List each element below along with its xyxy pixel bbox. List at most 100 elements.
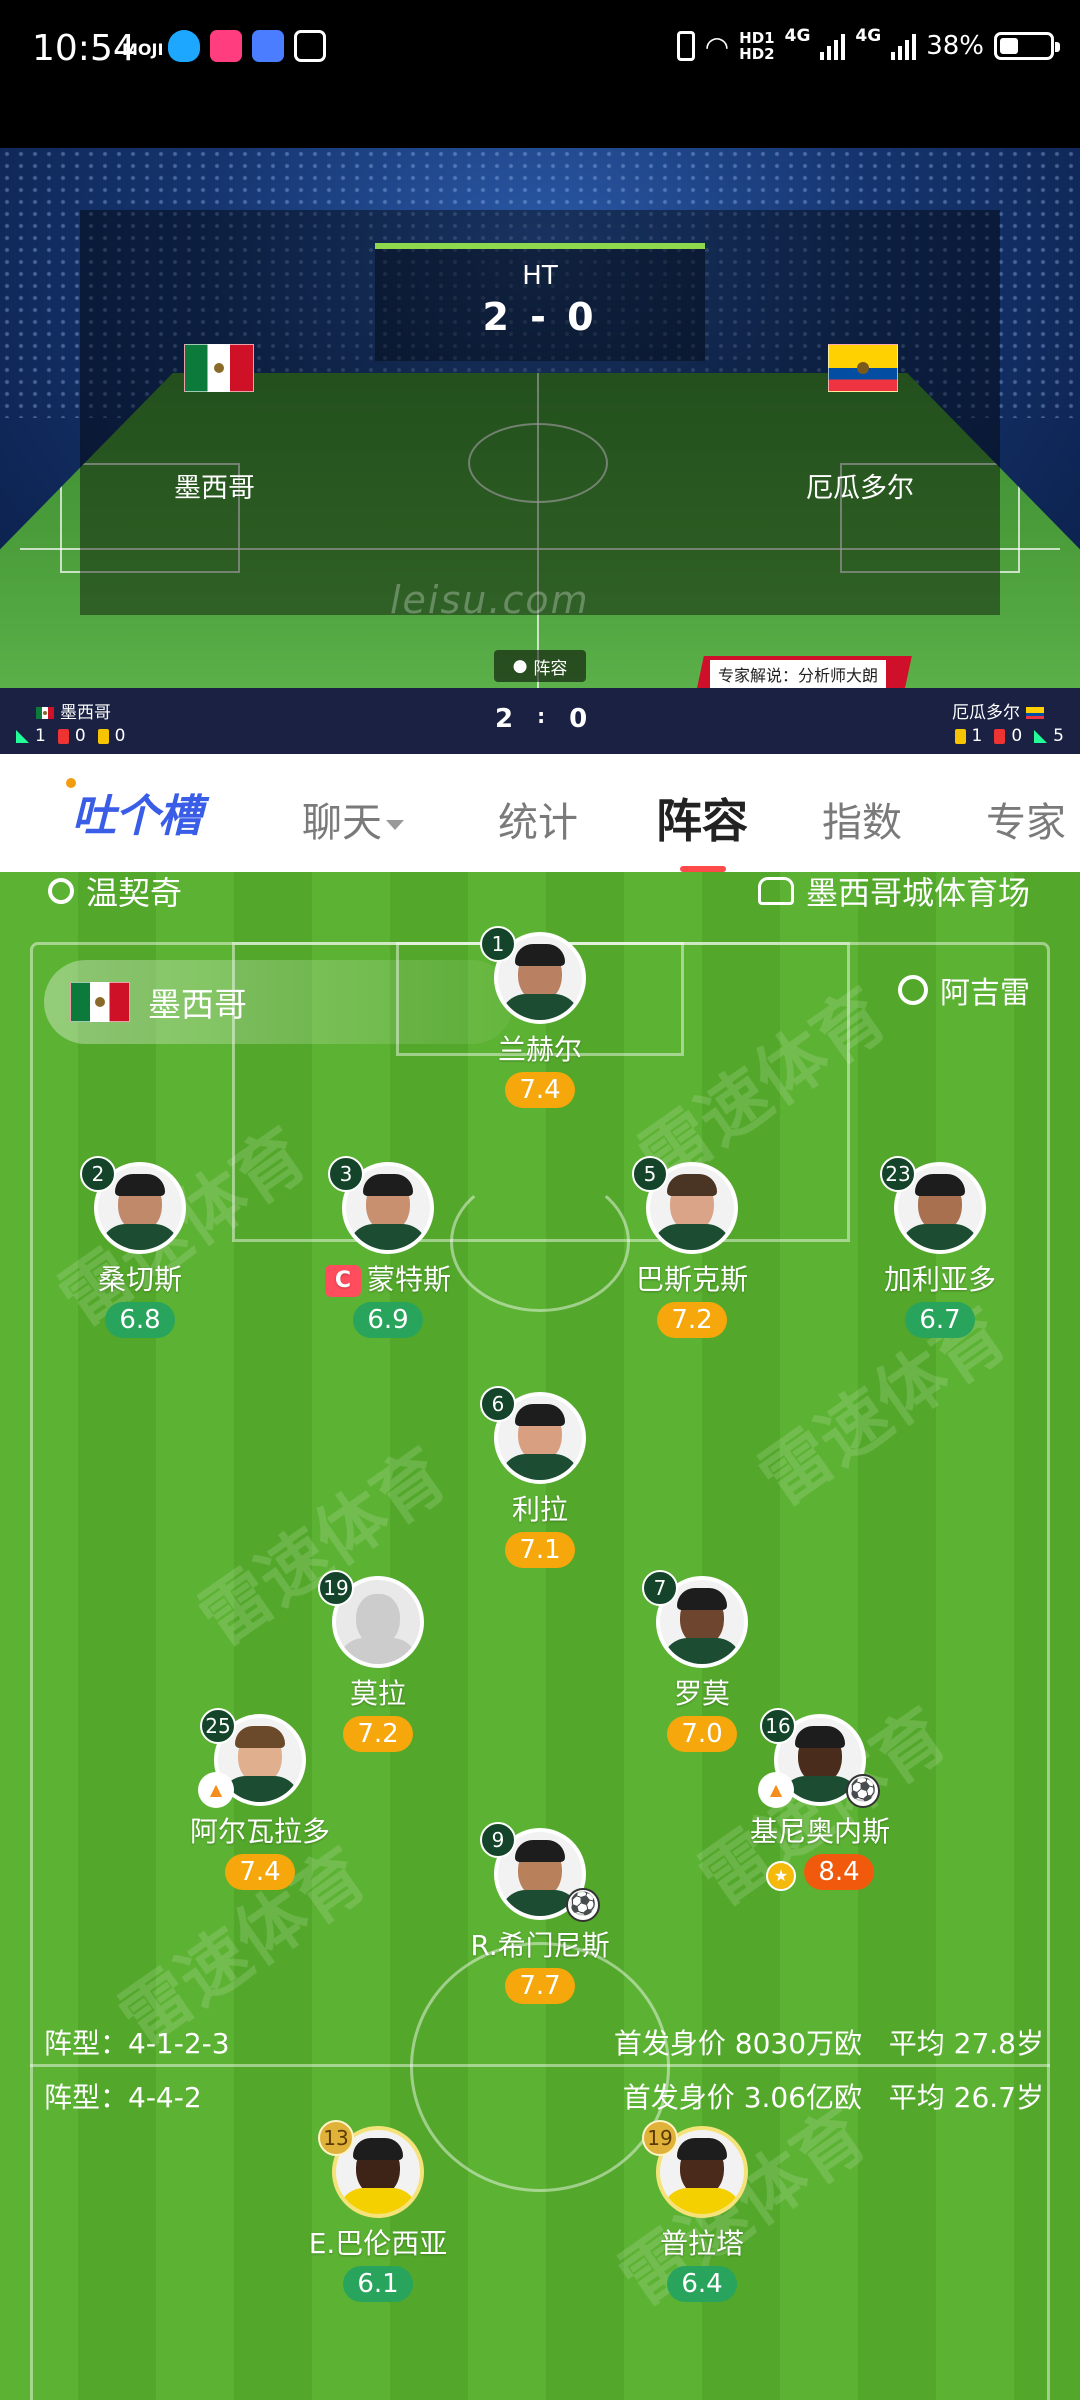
status-right: ◠ HD1 HD2 4G 4G 38% [676, 26, 1060, 66]
home-red-cards: 0 [57, 726, 86, 746]
battery-icon [994, 32, 1060, 60]
avatar: 9 ⚽ [480, 1822, 600, 1922]
home-flag-icon [184, 344, 254, 392]
away-average-age: 平均 26.7岁 [888, 2081, 1044, 2114]
home-formation-row: 阵型：4-1-2-3 首发身价 8030万欧 平均 27.8岁 [44, 2022, 1044, 2062]
player-card[interactable]: 1 兰赫尔 7.4 [430, 926, 650, 1108]
shirt-number: 13 [318, 2120, 354, 2156]
match-animation-header[interactable]: HT 2 - 0 墨西哥 厄瓜多尔 leisu.com ● 阵容 专家解说：分析… [0, 148, 1080, 688]
away-mini-flag-icon [1026, 707, 1044, 719]
avatar: 2 [80, 1156, 186, 1254]
whistle-icon [48, 878, 74, 904]
assist-boot-icon: ▲ [758, 1772, 794, 1808]
lineup-chip[interactable]: ● 阵容 [494, 650, 586, 682]
yellow-card-icon [97, 728, 109, 744]
away-starting-value: 首发身价 3.06亿欧 [622, 2081, 863, 2114]
assist-boot-icon: ▲ [198, 1772, 234, 1808]
player-name: 莫拉 [349, 1677, 406, 1710]
tab-bar: 吐个槽 聊天 统计 阵容 指数 专家 [0, 754, 1080, 872]
shirt-number: 19 [642, 2120, 678, 2156]
lineup-pitch: 雷速体育 雷速体育 雷速体育 雷速体育 雷速体育 雷速体育 雷速体育 温契奇 墨… [0, 872, 1080, 2400]
match-status: HT [522, 261, 558, 291]
player-name: C 蒙特斯 [278, 1258, 498, 1298]
tucao-logo[interactable]: 吐个槽 [66, 778, 202, 844]
goal-ball-icon: ⚽ [566, 1888, 600, 1922]
app-notification-icon [210, 30, 242, 62]
player-name: 基尼奥内斯 [749, 1815, 890, 1848]
network-label-1: 4G [784, 26, 811, 46]
home-average-age: 平均 27.8岁 [888, 2027, 1044, 2060]
stadium-icon [757, 877, 794, 905]
avatar: 25 ▲ [198, 1708, 306, 1808]
avatar: 6 [480, 1386, 586, 1484]
home-corners: 1 [16, 726, 46, 746]
player-name: 利拉 [511, 1493, 568, 1526]
player-card[interactable]: 2 桑切斯 6.8 [30, 1156, 250, 1338]
player-rating: 7.4 [225, 1854, 295, 1890]
referee-info: 温契奇 [48, 872, 182, 914]
shirt-number: 7 [642, 1570, 678, 1606]
tab-chat[interactable]: 聊天 [302, 790, 404, 848]
moji-weather-icon: MOJI [122, 40, 164, 59]
away-yellow-cards: 1 [954, 726, 982, 746]
player-name: E.巴伦西亚 [308, 2227, 448, 2260]
avatar: 16 ▲ ⚽ [758, 1708, 880, 1808]
player-name: 普拉塔 [659, 2227, 744, 2260]
shirt-number: 23 [880, 1156, 916, 1192]
player-name: 加利亚多 [883, 1263, 996, 1296]
shirt-number: 19 [318, 1570, 354, 1606]
man-of-the-match-icon: ★ [766, 1860, 796, 1891]
network-label-2: 4G [855, 26, 882, 46]
player-card[interactable]: 23 加利亚多 6.7 [830, 1156, 1050, 1338]
battery-percent: 38% [926, 31, 984, 61]
player-name: R.希门尼斯 [470, 1929, 610, 1962]
avatar-placeholder-icon: 19 [318, 1570, 424, 1668]
player-name: 阿尔瓦拉多 [189, 1815, 330, 1848]
site-watermark: leisu.com [390, 578, 590, 622]
player-name: 罗莫 [673, 1677, 730, 1710]
avatar: 13 [318, 2120, 424, 2218]
tools-icon [252, 30, 284, 62]
player-rating: 6.7 [905, 1302, 975, 1338]
away-corners: 5 [1034, 726, 1064, 746]
away-formation: 阵型：4-4-2 [44, 2081, 202, 2114]
home-yellow-cards: 0 [97, 726, 125, 746]
tab-odds[interactable]: 指数 [822, 790, 902, 848]
wifi-icon: ◠ [704, 29, 730, 63]
player-rating: 7.7 [505, 1968, 575, 2004]
player-card[interactable]: 9 ⚽ R.希门尼斯 7.7 [430, 1822, 650, 2004]
chevron-down-icon [386, 820, 404, 830]
avatar: 19 [642, 2120, 748, 2218]
mini-score: 2 : 0 [495, 704, 588, 734]
tab-lineup[interactable]: 阵容 [656, 785, 748, 851]
avatar: 1 [480, 926, 586, 1024]
corner-icon [16, 729, 29, 743]
expert-commentary-button[interactable]: 专家解说：分析师大朗 [696, 656, 912, 688]
yellow-card-icon [954, 728, 966, 744]
vibrate-icon [676, 31, 695, 61]
tab-stats[interactable]: 统计 [498, 790, 578, 848]
match-score: 2 - 0 [482, 295, 598, 339]
hd-indicator: HD1 HD2 [739, 29, 775, 63]
player-card[interactable]: 5 巴斯克斯 7.2 [582, 1156, 802, 1338]
avatar: 23 [880, 1156, 986, 1254]
player-card[interactable]: 25 ▲ 阿尔瓦拉多 7.4 [150, 1708, 370, 1890]
away-team-mini: 厄瓜多尔 [952, 698, 1044, 723]
player-card[interactable]: 6 利拉 7.1 [430, 1386, 650, 1568]
home-team-name: 墨西哥 [174, 473, 255, 504]
shirt-number: 16 [760, 1708, 796, 1744]
red-card-icon [994, 728, 1006, 744]
shirt-number: 2 [80, 1156, 116, 1192]
stopwatch-icon [898, 975, 928, 1005]
shirt-number: 3 [328, 1156, 364, 1192]
player-card[interactable]: 3 C 蒙特斯 6.9 [278, 1156, 498, 1338]
player-card[interactable]: 13 E.巴伦西亚 6.1 [268, 2120, 488, 2302]
tab-expert[interactable]: 专家 [986, 790, 1066, 848]
shirt-number: 9 [480, 1822, 516, 1858]
corner-icon [1034, 729, 1048, 743]
score-panel: HT 2 - 0 [375, 243, 705, 361]
coach-info: 阿吉雷 [898, 968, 1030, 1012]
player-card[interactable]: 19 普拉塔 6.4 [592, 2120, 812, 2302]
player-card[interactable]: 16 ▲ ⚽ 基尼奥内斯 ★ 8.4 [710, 1708, 930, 1891]
signal-icon-1 [820, 32, 846, 60]
